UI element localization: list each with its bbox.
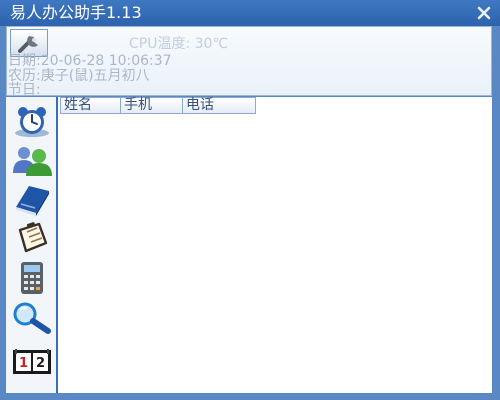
sidebar-item-search[interactable] xyxy=(10,301,54,335)
cpu-temperature: CPU温度: 30℃ xyxy=(129,36,229,52)
info-panel: CPU温度: 30℃ 日期:20-06-28 10:06:37 农历:庚子(鼠)… xyxy=(6,26,492,98)
sidebar-item-book[interactable] xyxy=(10,183,54,217)
notepad-icon xyxy=(18,222,48,253)
column-header-name[interactable]: 姓名 xyxy=(60,97,121,114)
svg-text:2: 2 xyxy=(36,356,45,371)
contacts-list-area[interactable]: 姓名 手机 电话 xyxy=(58,97,492,393)
book-icon xyxy=(16,186,49,216)
date-row: 日期:20-06-28 10:06:37 xyxy=(8,54,172,69)
sidebar-item-calendar[interactable]: 1 2 xyxy=(10,345,54,379)
sidebar-item-contacts[interactable] xyxy=(10,143,54,177)
date-label: 日期: xyxy=(8,53,41,69)
sidebar-item-alarm[interactable] xyxy=(10,105,54,139)
holiday-label: 节日: xyxy=(8,82,41,98)
calculator-icon xyxy=(21,262,43,294)
title-bar[interactable]: 易人办公助手1.13 xyxy=(0,0,500,26)
alarm-clock-icon xyxy=(15,107,49,137)
close-icon xyxy=(477,6,491,20)
date-value: 20-06-28 10:06:37 xyxy=(40,53,172,69)
column-header-mobile[interactable]: 手机 xyxy=(121,97,183,114)
window-title: 易人办公助手1.13 xyxy=(10,3,142,22)
close-button[interactable] xyxy=(474,3,494,23)
sidebar: 1 2 xyxy=(6,97,58,393)
sidebar-item-notepad[interactable] xyxy=(10,221,54,255)
wrench-icon xyxy=(18,36,38,53)
holiday-row: 节日: xyxy=(8,83,41,98)
calendar-icon: 1 2 xyxy=(13,349,51,374)
column-header-phone[interactable]: 电话 xyxy=(183,97,256,114)
sidebar-item-calculator[interactable] xyxy=(10,261,54,295)
app-window: 易人办公助手1.13 CPU温度: 30℃ 日期:20-06-28 10:06:… xyxy=(0,0,500,400)
contacts-icon xyxy=(13,147,52,176)
contacts-table-header: 姓名 手机 电话 xyxy=(60,97,256,114)
svg-text:1: 1 xyxy=(19,356,28,371)
lunar-date-value: 庚子(鼠)五月初八 xyxy=(40,68,150,84)
search-icon xyxy=(13,302,51,334)
